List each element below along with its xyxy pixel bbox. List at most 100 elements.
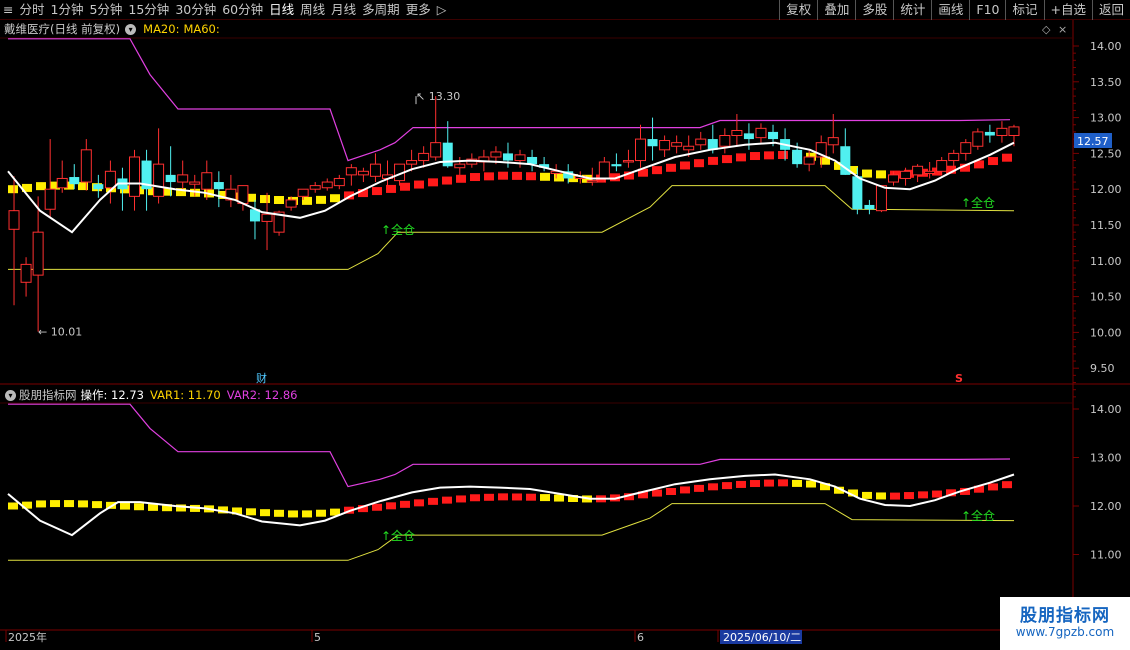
ind-y-tick-0: 14.00 — [1090, 403, 1122, 416]
trend-bar — [330, 194, 340, 203]
candle-body — [647, 139, 658, 147]
watermark-title: 股朋指标网 — [1020, 606, 1110, 626]
ind-y-tick-2: 12.00 — [1090, 500, 1122, 513]
watermark: 股朋指标网 www.7gpzb.com — [1000, 597, 1130, 650]
main-y-tick-8: 10.00 — [1090, 326, 1122, 339]
main-y-tick-2: 13.00 — [1090, 112, 1122, 125]
stock-chart[interactable]: 14.00 13.50 13.00 12.50 12.00 11.50 11.00 10.50… — [0, 0, 1130, 650]
ind-trend-bar — [694, 484, 704, 492]
trend-bar — [1002, 153, 1012, 162]
candle-body — [80, 149, 92, 183]
trend-bar — [260, 195, 270, 204]
candle-body — [586, 180, 598, 183]
candle-body — [32, 231, 44, 276]
ind-trend-bar — [680, 486, 690, 494]
candle-body — [369, 163, 381, 177]
candle-body — [912, 165, 924, 176]
ind-trend-bar — [736, 480, 746, 488]
trend-bar — [764, 151, 774, 160]
ind-y-tick-3: 11.00 — [1090, 549, 1122, 562]
trend-bar — [708, 156, 718, 165]
trend-bar — [988, 157, 998, 166]
ind-trend-bar — [36, 500, 46, 508]
close-x-icon: × — [1058, 23, 1067, 36]
candle-body — [852, 176, 863, 210]
trend-bar — [414, 180, 424, 189]
ind-trend-bar — [260, 509, 270, 517]
candle-body — [502, 153, 513, 161]
candle-body — [900, 170, 912, 179]
ind-trend-bar — [526, 493, 536, 501]
current-price-label: 12.57 — [1077, 135, 1109, 148]
candle-body — [598, 161, 610, 179]
candle-body — [671, 142, 683, 147]
main-y-tick-1: 13.50 — [1090, 76, 1122, 89]
candle-body — [104, 170, 116, 189]
s-marker: S — [955, 372, 963, 385]
ind-trend-bar — [246, 508, 256, 516]
candle-body — [406, 160, 418, 165]
candle-body — [44, 188, 56, 210]
ind-trend-bar — [540, 494, 550, 502]
main-y-tick-7: 10.50 — [1090, 291, 1122, 304]
candle-body — [635, 138, 646, 162]
candle-body — [514, 154, 526, 162]
trend-bar — [666, 163, 676, 172]
trend-bar — [778, 151, 788, 160]
trend-bar — [8, 185, 18, 194]
candle-body — [683, 145, 695, 151]
candle-body — [321, 181, 333, 189]
ind-trend-bar — [512, 493, 522, 501]
time-label-3: 2025/06/10/二 — [723, 631, 801, 644]
candle-body — [177, 174, 189, 183]
ind-var2-line — [8, 403, 1011, 488]
candle-body — [803, 156, 815, 165]
main-y-tick-0: 14.00 — [1090, 40, 1122, 53]
ind-trend-bar — [498, 493, 508, 501]
candle-body — [153, 163, 165, 197]
trend-bar — [680, 161, 690, 170]
buy-signal-ind-2: ↑全仓 — [961, 508, 995, 523]
trend-bar — [750, 152, 760, 161]
ind-trend-bar — [120, 502, 130, 510]
trend-bar — [36, 182, 46, 191]
time-label-2: 6 — [637, 631, 644, 644]
main-y-tick-9: 9.50 — [1090, 362, 1115, 375]
candle-body — [888, 174, 899, 183]
ind-trend-bar — [862, 491, 872, 499]
candle-body — [792, 149, 803, 165]
ind-trend-bar — [274, 509, 284, 517]
candle-body — [611, 164, 622, 167]
candle-body — [743, 133, 754, 140]
ind-trend-bar — [1002, 481, 1012, 489]
ind-trend-bar — [652, 489, 662, 497]
ind-trend-bar — [764, 479, 774, 487]
high-label: ↖ 13.30 — [416, 90, 460, 103]
ind-trend-bar — [372, 503, 382, 511]
candle-body — [56, 177, 68, 189]
ind-trend-bar — [414, 499, 424, 507]
ind-trend-bar — [876, 492, 886, 500]
ind-trend-bar — [932, 490, 942, 498]
trend-bar — [652, 166, 662, 175]
candle-body — [189, 181, 201, 185]
candle-body — [490, 151, 502, 158]
trend-bar — [442, 176, 452, 185]
candle-body — [20, 263, 32, 283]
ind-trend-bar — [750, 480, 760, 488]
ind-trend-bar — [78, 500, 88, 508]
candle-body — [960, 142, 972, 154]
ind-trend-bar — [722, 482, 732, 490]
trend-bar — [554, 173, 564, 182]
trend-bar — [484, 172, 494, 181]
candle-body — [333, 177, 345, 187]
trend-bar — [428, 178, 438, 187]
trend-bar — [512, 171, 522, 180]
ind-trend-bar — [400, 500, 410, 508]
candle-body — [948, 152, 960, 162]
ind-var1-line — [8, 503, 1015, 561]
trend-bar — [456, 174, 466, 183]
candle-body — [731, 129, 743, 137]
ind-trend-bar — [890, 492, 900, 500]
ind-trend-bar — [50, 500, 60, 508]
